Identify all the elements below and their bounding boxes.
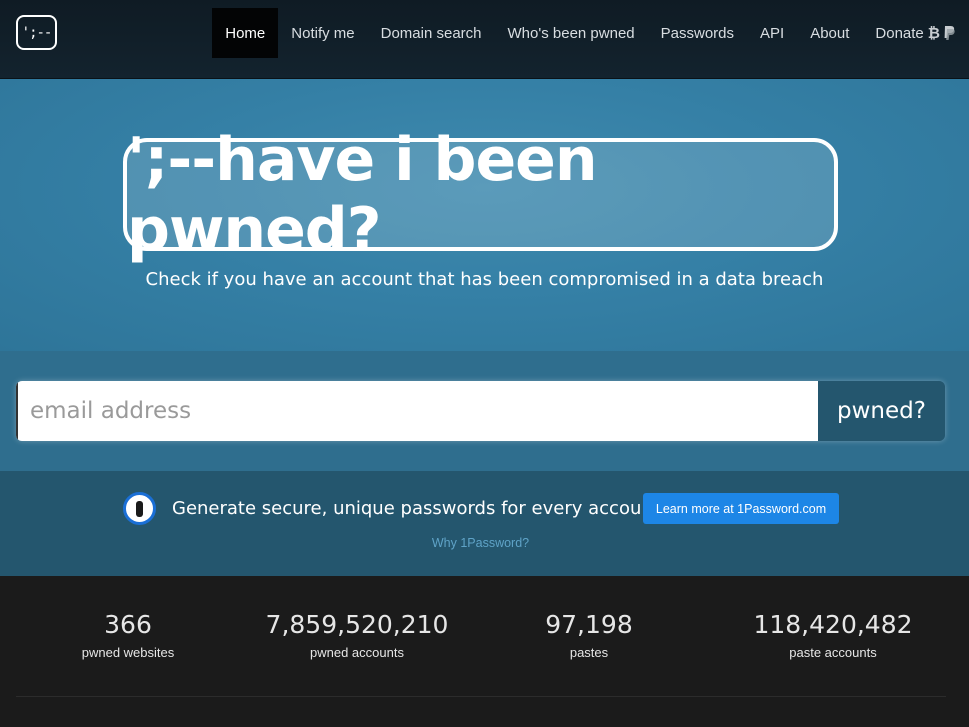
nav-passwords[interactable]: Passwords: [648, 8, 747, 58]
nav-api[interactable]: API: [747, 8, 797, 58]
search-form: pwned?: [16, 381, 945, 441]
hero-subtitle: Check if you have an account that has be…: [145, 269, 824, 290]
paypal-icon: [944, 25, 955, 40]
nav-whos-been-pwned[interactable]: Who's been pwned: [495, 8, 648, 58]
nav-home[interactable]: Home: [212, 8, 279, 58]
donate-icons: ₿: [928, 25, 956, 42]
pwned-search-button[interactable]: pwned?: [818, 381, 945, 441]
stat-pastes: 97,198 pastes: [529, 610, 649, 660]
stat-label: paste accounts: [789, 645, 877, 660]
stat-paste-accounts: 118,420,482 paste accounts: [743, 610, 923, 660]
stat-label: pwned accounts: [310, 645, 404, 660]
nav-domain-search[interactable]: Domain search: [368, 8, 495, 58]
email-input[interactable]: [16, 381, 818, 441]
bitcoin-icon: ₿: [927, 24, 940, 42]
hero-section: ';--have i been pwned? Check if you have…: [0, 79, 969, 351]
nav-about[interactable]: About: [797, 8, 862, 58]
nav-donate[interactable]: Donate ₿: [862, 8, 969, 58]
stat-value: 7,859,520,210: [265, 610, 449, 639]
nav-notify-me[interactable]: Notify me: [278, 8, 367, 58]
1password-icon: [123, 492, 156, 525]
nav-menu: Home Notify me Domain search Who's been …: [212, 8, 969, 58]
stat-label: pwned websites: [81, 645, 175, 660]
learn-more-button[interactable]: Learn more at 1Password.com: [643, 493, 839, 524]
stat-value: 366: [104, 610, 152, 639]
stat-pwned-accounts: 7,859,520,210 pwned accounts: [257, 610, 457, 660]
stat-pwned-websites: 366 pwned websites: [78, 610, 178, 660]
stat-value: 97,198: [545, 610, 633, 639]
stat-value: 118,420,482: [753, 610, 913, 639]
stat-label: pastes: [569, 645, 609, 660]
search-section: pwned?: [0, 351, 969, 471]
promo-text: Generate secure, unique passwords for ev…: [172, 498, 660, 519]
password-manager-promo: Generate secure, unique passwords for ev…: [0, 471, 969, 576]
site-logo[interactable]: ';--: [16, 15, 57, 50]
nav-donate-label: Donate: [875, 24, 924, 42]
why-1password-link[interactable]: Why 1Password?: [0, 536, 961, 550]
top-navbar: ';-- Home Notify me Domain search Who's …: [0, 0, 969, 79]
divider: [16, 696, 946, 697]
stats-section: 366 pwned websites 7,859,520,210 pwned a…: [0, 576, 969, 727]
hero-title: ';--have i been pwned?: [123, 125, 838, 265]
